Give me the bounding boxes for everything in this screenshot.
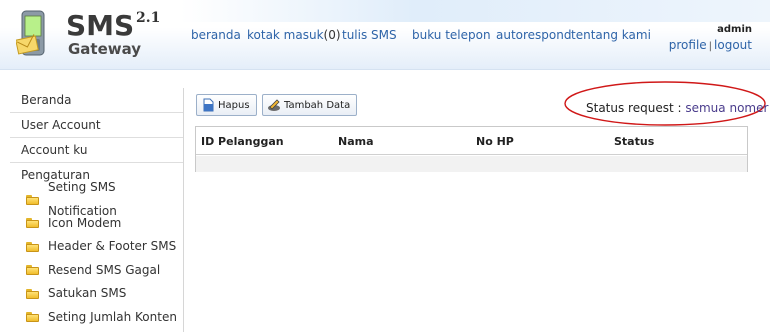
nav-kotak-masuk[interactable]: kotak masuk(0) — [247, 28, 341, 42]
phone-envelope-icon — [16, 10, 45, 56]
folder-icon — [26, 265, 39, 276]
table-empty-row — [196, 156, 747, 172]
sidebar-subitem-label: Seting Jumlah Konten — [48, 309, 177, 324]
nav-beranda[interactable]: beranda — [191, 28, 241, 42]
nav-kotak-masuk-label: kotak masuk — [247, 28, 324, 42]
folder-icon — [26, 312, 39, 323]
customer-table: ID Pelanggan Nama No HP Status — [195, 126, 748, 172]
sidebar-subitem-label: Resend SMS Gagal — [48, 262, 161, 277]
folder-icon — [26, 288, 39, 299]
folder-icon — [26, 241, 39, 252]
status-request: Status request : semua nomer — [586, 101, 768, 115]
table-header: ID Pelanggan Nama No HP Status — [196, 127, 747, 155]
sidebar-item-account-ku[interactable]: Account ku — [10, 138, 183, 163]
edit-pencil-icon — [268, 99, 280, 111]
delete-button[interactable]: Hapus — [196, 94, 257, 116]
sidebar-subitem-satukan-sms[interactable]: Satukan SMS — [10, 282, 183, 306]
app-logo[interactable]: SMS 2.1 Gateway — [16, 8, 186, 63]
user-box: admin profile | logout — [669, 24, 752, 52]
status-request-value[interactable]: semua nomer — [685, 101, 768, 115]
column-header-id-pelanggan: ID Pelanggan — [201, 135, 284, 148]
add-data-button[interactable]: Tambah Data — [262, 94, 358, 116]
profile-link[interactable]: profile — [669, 38, 707, 52]
logout-link[interactable]: logout — [714, 38, 752, 52]
delete-button-label: Hapus — [218, 99, 250, 111]
header-bar: SMS 2.1 Gateway beranda kotak masuk(0) t… — [0, 0, 770, 70]
inbox-count: (0) — [323, 28, 341, 42]
user-links: profile | logout — [669, 38, 752, 52]
nav-buku-telepon[interactable]: buku telepon — [412, 28, 491, 42]
column-header-no-hp: No HP — [476, 135, 514, 148]
sidebar-subitem-resend-sms-gagal[interactable]: Resend SMS Gagal — [10, 259, 183, 283]
sidebar-subitem-label: Satukan SMS — [48, 286, 127, 300]
sidebar-subitem-label: Icon Modem — [48, 215, 122, 230]
nav-tulis-sms[interactable]: tulis SMS — [342, 28, 397, 42]
folder-icon — [26, 194, 39, 205]
link-separator: | — [708, 41, 713, 52]
status-request-label: Status request : — [586, 101, 682, 115]
logo-subtitle: Gateway — [68, 40, 142, 58]
column-header-nama: Nama — [338, 135, 374, 148]
add-data-button-label: Tambah Data — [284, 99, 351, 111]
sidebar-item-beranda[interactable]: Beranda — [10, 88, 183, 113]
sidebar: Beranda User Account Account ku Pengatur… — [10, 88, 184, 332]
sidebar-subitem-label: Header & Footer SMS — [48, 239, 177, 253]
nav-autorespond[interactable]: autorespond — [496, 28, 572, 42]
nav-tentang-kami[interactable]: tentang kami — [571, 28, 651, 42]
logo-title: SMS — [66, 9, 135, 42]
sidebar-subitem-seting-sms-notification[interactable]: Seting SMS Notification — [10, 180, 183, 218]
folder-icon — [26, 218, 39, 229]
sidebar-item-user-account[interactable]: User Account — [10, 113, 183, 138]
sidebar-subitem-seting-jumlah-konten[interactable]: Seting Jumlah Konten — [10, 306, 183, 330]
user-name: admin — [717, 24, 752, 35]
sidebar-subitem-header-footer-sms[interactable]: Header & Footer SMS — [10, 235, 183, 259]
document-icon — [203, 98, 214, 112]
logo-version: 2.1 — [136, 10, 161, 26]
column-header-status: Status — [614, 135, 655, 148]
